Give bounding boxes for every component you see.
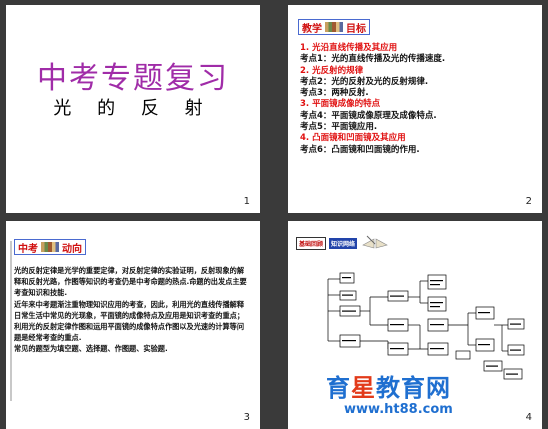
watermark-url: www.ht88.com [344,402,453,417]
paragraph: 近年来中考题渐注重物理知识应用的考查，因此，利用光的直线传播解释日常生活中常见的… [14,299,245,343]
tag-left: 教学 [302,23,322,35]
paragraph: 光的反射定律是光学的重要定律，对反射定律的实验证明，反射现象的解释和反射光路，作… [14,266,247,298]
list-item: 考点3：两种反射. [300,88,369,99]
objectives-list: 1. 光沿直线传播及其应用 考点1：光的直线传播及光的传播速度. 2. 光反射的… [300,43,445,156]
slide-number: 4 [525,412,532,423]
list-item: 考点5：平面镜应用. [300,122,378,133]
slide-3[interactable]: 中考 动向 光的反射定律是光学的重要定律，对反射定律的实验证明，反射现象的解释和… [6,221,260,429]
tag-left: 中考 [18,243,38,255]
trend-text: 光的反射定律是光学的重要定律，对反射定律的实验证明，反射现象的解释和反射光路，作… [14,265,250,355]
section-tag: 中考 动向 [14,239,86,255]
list-item: 考点4：平面镜成像原理及成像特点. [300,110,437,121]
slide-1[interactable]: 中考专题复习 光 的 反 射 1 [6,5,260,213]
slide-number: 1 [243,196,250,207]
watermark-logo: 育星教育网 [326,374,451,402]
list-item: 4. 凸面镜和凹面镜及其应用 [300,133,406,144]
books-icon [41,242,59,252]
slide-subtitle: 光 的 反 射 [53,98,213,119]
paragraph: 常见的题型为填空题、选择题、作图题、实验题. [14,344,168,354]
list-item: 3. 平面镜成像的特点 [300,99,381,110]
decorative-bar [10,241,12,401]
books-icon [325,22,343,32]
section-tag: 教学 目标 [298,19,370,35]
tag-right: 目标 [346,23,366,35]
list-item: 考点6：凸面镜和凹面镜的作用. [300,144,420,155]
slide-title: 中考专题复习 [37,61,229,96]
list-item: 考点2：光的反射及光的反射规律. [300,76,429,87]
list-item: 考点1：光的直线传播及光的传播速度. [300,54,446,65]
tag-right: 动向 [62,243,82,255]
slide-2[interactable]: 教学 目标 1. 光沿直线传播及其应用 考点1：光的直线传播及光的传播速度. 2… [288,5,542,213]
list-item: 2. 光反射的规律 [300,65,364,76]
list-item: 1. 光沿直线传播及其应用 [300,43,398,53]
slide-number: 3 [243,412,250,423]
slide-number: 2 [525,196,532,207]
